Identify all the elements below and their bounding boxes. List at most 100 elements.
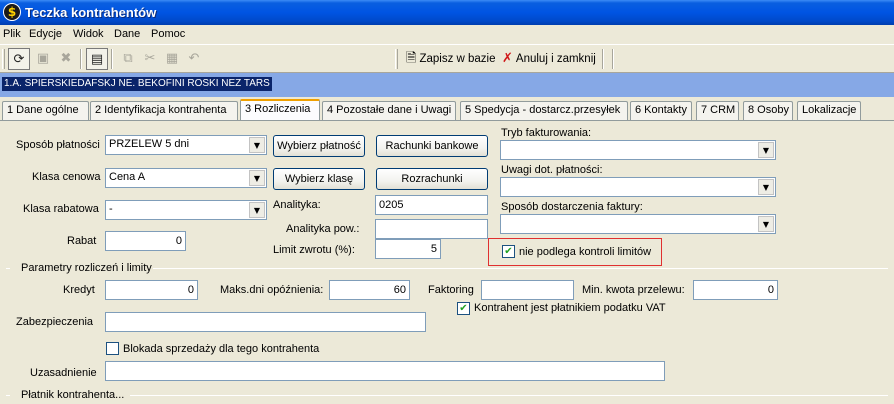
choose-payment-button[interactable]: Wybierz płatność	[273, 135, 365, 157]
tab-panel-border	[0, 120, 894, 121]
max-delay-label: Maks.dni opóźnienia:	[220, 284, 324, 296]
sales-block-checkbox[interactable]	[106, 342, 119, 355]
paste-icon: ▦	[165, 51, 179, 66]
invoicing-mode-select[interactable]: ▼	[500, 140, 776, 160]
save-to-database-label: Zapisz w bazie	[419, 53, 496, 65]
tab-lokalizacje[interactable]: Lokalizacje	[797, 101, 861, 120]
cancel-icon: ✗	[502, 51, 513, 66]
discount-class-label: Klasa rabatowa	[23, 203, 99, 215]
price-class-value: Cena A	[109, 171, 146, 183]
sales-block-label: Blokada sprzedaży dla tego kontrahenta	[123, 343, 320, 355]
toolbar-separator	[602, 49, 604, 69]
group-divider	[153, 268, 888, 269]
chevron-down-icon[interactable]: ▼	[249, 170, 265, 186]
bank-accounts-button[interactable]: Rachunki bankowe	[376, 135, 488, 157]
contractor-name: 1.A. SPIERSKIEDAFSKJ NE. BEKOFINI ROSKI …	[2, 77, 272, 91]
discount-label: Rabat	[67, 235, 97, 247]
menu-bar: Plik Edycje Widok Dane Pomoc	[0, 25, 894, 45]
toolbar-separator	[111, 49, 113, 69]
payment-method-select[interactable]: PRZELEW 5 dni ▼	[105, 135, 267, 155]
payment-method-label: Sposób płatności	[16, 139, 100, 151]
tab-crm[interactable]: 7 CRM	[696, 101, 739, 120]
title-bar: $ Teczka kontrahentów	[0, 0, 894, 25]
limits-group-label: Parametry rozliczeń i limity	[21, 262, 152, 274]
chevron-down-icon[interactable]: ▼	[758, 142, 774, 158]
group-divider	[130, 395, 888, 396]
collateral-label: Zabezpieczenia	[16, 316, 94, 328]
contractor-bar: 1.A. SPIERSKIEDAFSKJ NE. BEKOFINI ROSKI …	[0, 73, 894, 97]
copy-icon: ⧉	[123, 51, 133, 66]
toolbar-separator	[612, 49, 614, 69]
factoring-label: Faktoring	[428, 284, 474, 296]
max-delay-input[interactable]: 60	[329, 280, 410, 300]
undo-icon: ↶	[188, 51, 200, 66]
payment-notes-label: Uwagi dot. płatności:	[501, 164, 603, 176]
analytics-rel-label: Analityka pow.:	[286, 223, 360, 235]
cut-icon: ✂	[144, 51, 156, 66]
tab-identyfikacja[interactable]: 2 Identyfikacja kontrahenta	[90, 101, 238, 120]
price-class-label: Klasa cenowa	[32, 171, 101, 183]
no-limit-control-label: nie podlega kontroli limitów	[519, 246, 652, 258]
window-title: Teczka kontrahentów	[25, 5, 157, 20]
return-limit-label: Limit zwrotu (%):	[273, 244, 355, 256]
menu-edycje[interactable]: Edycje	[29, 28, 62, 40]
toolbar-separator	[80, 49, 82, 69]
app-icon: $	[3, 3, 21, 21]
payer-group-label: Płatnik kontrahenta...	[21, 389, 125, 401]
refresh-icon[interactable]: ⟳	[8, 48, 30, 70]
discount-class-select[interactable]: - ▼	[105, 200, 267, 220]
invoicing-mode-label: Tryb fakturowania:	[501, 127, 592, 139]
justification-input[interactable]	[105, 361, 665, 381]
tab-pozostale-dane[interactable]: 4 Pozostałe dane i Uwagi	[322, 101, 456, 120]
tab-osoby[interactable]: 8 Osoby	[743, 101, 793, 120]
menu-plik[interactable]: Plik	[3, 28, 21, 40]
min-transfer-input[interactable]: 0	[693, 280, 778, 300]
choose-class-button[interactable]: Wybierz klasę	[273, 168, 365, 190]
vat-payer-label: Kontrahent jest płatnikiem podatku VAT	[474, 302, 666, 314]
properties-icon[interactable]: ▤	[86, 48, 108, 70]
analytics-label: Analityka:	[273, 199, 321, 211]
return-limit-input[interactable]: 5	[375, 239, 441, 259]
discount-class-value: -	[109, 203, 113, 215]
analytics-rel-input[interactable]	[375, 219, 488, 239]
credit-input[interactable]: 0	[105, 280, 198, 300]
chevron-down-icon[interactable]: ▼	[758, 216, 774, 232]
tab-rozliczenia[interactable]: 3 Rozliczenia	[240, 99, 320, 120]
toolbar-grip[interactable]	[2, 49, 5, 69]
cancel-and-close-label: Anuluj i zamknij	[515, 53, 596, 65]
floppy-icon: 🗎	[406, 51, 417, 66]
delete-icon: ✖	[60, 51, 72, 66]
invoice-delivery-label: Sposób dostarczenia faktury:	[501, 201, 643, 213]
tab-kontakty[interactable]: 6 Kontakty	[630, 101, 692, 120]
tab-spedycja[interactable]: 5 Spedycja - dostarcz.przesyłek	[460, 101, 628, 120]
justification-label: Uzasadnienie	[30, 367, 97, 379]
save-to-database-button[interactable]: 🗎 Zapisz w bazie	[406, 50, 496, 68]
chevron-down-icon[interactable]: ▼	[758, 179, 774, 195]
vat-payer-checkbox[interactable]: ✔	[457, 302, 470, 315]
menu-widok[interactable]: Widok	[73, 28, 104, 40]
tab-dane-ogolne[interactable]: 1 Dane ogólne	[2, 101, 89, 120]
cancel-and-close-button[interactable]: ✗ Anuluj i zamknij	[502, 50, 596, 68]
menu-pomoc[interactable]: Pomoc	[151, 28, 185, 40]
group-divider	[6, 395, 10, 396]
discount-input[interactable]: 0	[105, 231, 186, 251]
settlements-button[interactable]: Rozrachunki	[376, 168, 488, 190]
toolbar: ⟳ ▣ ✖ ▤ ⧉ ✂ ▦ ↶ 🗎 Zapisz w bazie ✗ Anuluj …	[0, 45, 894, 73]
chevron-down-icon[interactable]: ▼	[249, 137, 265, 153]
collateral-input[interactable]	[105, 312, 426, 332]
analytics-input[interactable]: 0205	[375, 195, 488, 215]
min-transfer-label: Min. kwota przelewu:	[582, 284, 685, 296]
menu-dane[interactable]: Dane	[114, 28, 140, 40]
save-disk-icon: ▣	[36, 51, 50, 66]
group-divider	[6, 268, 10, 269]
credit-label: Kredyt	[63, 284, 95, 296]
toolbar-grip[interactable]	[395, 49, 398, 69]
no-limit-control-checkbox[interactable]: ✔	[502, 245, 515, 258]
payment-notes-select[interactable]: ▼	[500, 177, 776, 197]
chevron-down-icon[interactable]: ▼	[249, 202, 265, 218]
payment-method-value: PRZELEW 5 dni	[109, 138, 190, 150]
tab-strip: 1 Dane ogólne 2 Identyfikacja kontrahent…	[0, 99, 894, 120]
invoice-delivery-select[interactable]: ▼	[500, 214, 776, 234]
factoring-input[interactable]	[481, 280, 574, 300]
price-class-select[interactable]: Cena A ▼	[105, 168, 267, 188]
